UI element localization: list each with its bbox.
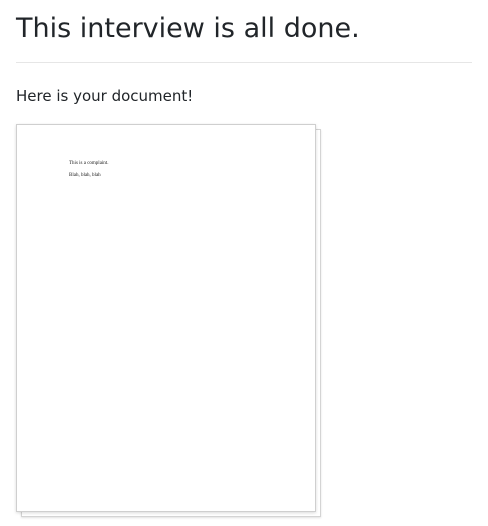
page-title: This interview is all done. xyxy=(16,13,360,44)
document-preview[interactable]: This is a complaint. Blah, blah, blah xyxy=(16,124,322,518)
document-intro-text: Here is your document! xyxy=(16,87,194,105)
document-page-thumbnail[interactable]: This is a complaint. Blah, blah, blah xyxy=(16,124,316,512)
document-text-line: Blah, blah, blah xyxy=(69,173,101,178)
title-divider xyxy=(16,62,472,63)
document-text-line: This is a complaint. xyxy=(69,161,109,166)
